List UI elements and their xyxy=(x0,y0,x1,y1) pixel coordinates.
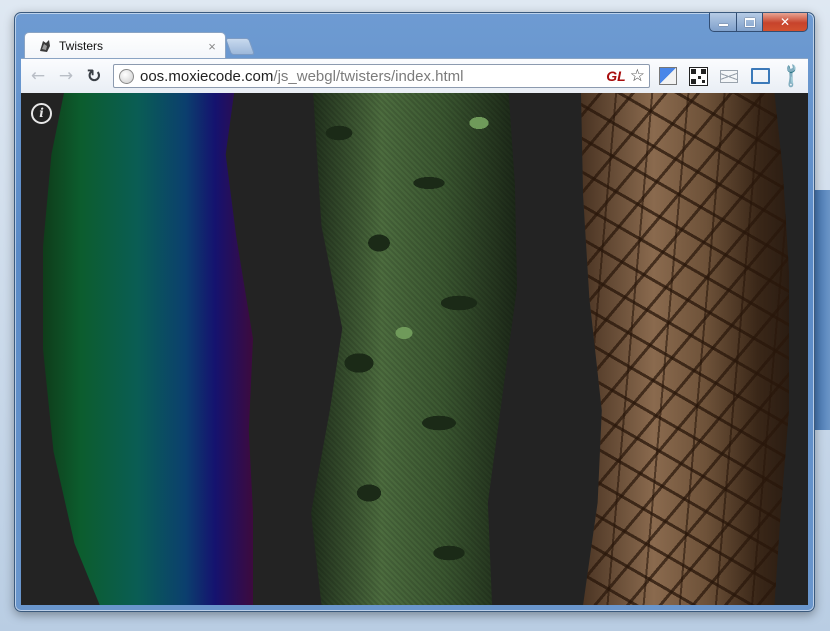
maximize-icon xyxy=(744,17,755,27)
cracked-stone-twister xyxy=(581,93,789,605)
caption-buttons: ✕ xyxy=(709,13,808,32)
reload-button[interactable]: ↻ xyxy=(83,65,105,87)
back-button[interactable]: ← xyxy=(27,65,49,87)
info-icon[interactable]: i xyxy=(31,103,52,124)
translate-extension-button[interactable] xyxy=(658,66,678,86)
close-window-button[interactable]: ✕ xyxy=(763,13,808,32)
camouflage-twister xyxy=(311,93,517,605)
wrench-icon: 🔧 xyxy=(776,61,806,91)
translate-icon xyxy=(659,67,677,85)
browser-window: ✕ Twisters × ← → ↻ oos.moxiecode.com/js_… xyxy=(14,12,815,612)
forward-arrow-icon: → xyxy=(58,66,74,86)
url-path: /js_webgl/twisters/index.html xyxy=(273,67,464,85)
toolbar: ← → ↻ oos.moxiecode.com/js_webgl/twister… xyxy=(21,58,808,93)
webgl-badge[interactable]: GL xyxy=(606,68,625,84)
reload-icon: ↻ xyxy=(86,65,102,87)
minimize-icon xyxy=(718,24,728,26)
rainbow-gradient-twister xyxy=(43,93,253,605)
minimize-button[interactable] xyxy=(709,13,737,32)
url-host: oos.moxiecode.com xyxy=(140,67,274,85)
mail-icon xyxy=(720,69,738,83)
qr-code-extension-button[interactable] xyxy=(688,66,708,86)
fullscreen-extension-button[interactable] xyxy=(750,66,770,86)
tab-twisters[interactable]: Twisters × xyxy=(24,32,226,59)
close-icon: ✕ xyxy=(779,15,791,29)
url-text[interactable]: oos.moxiecode.com/js_webgl/twisters/inde… xyxy=(140,68,606,85)
back-arrow-icon: ← xyxy=(30,66,46,86)
globe-icon xyxy=(119,68,134,84)
webgl-canvas[interactable]: i xyxy=(21,93,808,605)
twister-favicon-icon xyxy=(37,38,53,54)
bookmark-star-icon[interactable]: ☆ xyxy=(630,66,645,86)
address-bar[interactable]: oos.moxiecode.com/js_webgl/twisters/inde… xyxy=(113,64,650,88)
forward-button[interactable]: → xyxy=(55,65,77,87)
maximize-button[interactable] xyxy=(737,13,763,32)
fullscreen-icon xyxy=(750,68,770,84)
tab-close-icon[interactable]: × xyxy=(205,39,219,54)
qr-code-icon xyxy=(688,66,708,86)
settings-menu-button[interactable]: 🔧 xyxy=(776,61,805,90)
tab-title: Twisters xyxy=(59,39,104,53)
new-tab-button[interactable] xyxy=(224,38,256,55)
mail-extension-button[interactable] xyxy=(719,66,739,86)
